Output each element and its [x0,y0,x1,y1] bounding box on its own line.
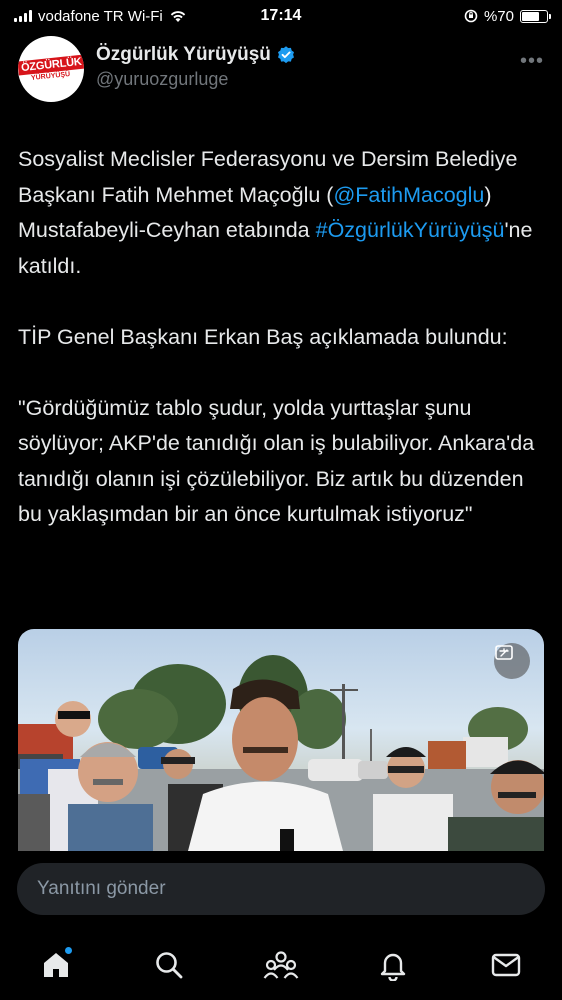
battery-icon [520,9,551,23]
reply-input[interactable]: Yanıtını gönder [17,863,545,915]
tweet-text: Sosyalist Meclisler Federasyonu ve Dersi… [18,142,544,533]
nav-notifications[interactable] [373,945,413,985]
verified-badge-icon [277,46,294,64]
tweet-media-video[interactable] [18,629,544,851]
hashtag-link[interactable]: #ÖzgürlükYürüyüşü [316,218,505,242]
author-handle[interactable]: @yuruozgurluge [96,69,296,90]
status-bar: vodafone TR Wi-Fi 17:14 %70 [0,0,562,32]
video-frame-image [18,655,544,851]
tweet-paragraph-2: TİP Genel Başkanı Erkan Baş açıklamada b… [18,324,508,349]
more-options-icon[interactable]: ••• [520,50,544,73]
messages-icon [491,953,520,977]
author-name[interactable]: Özgürlük Yürüyüşü [96,44,271,66]
communities-icon [263,951,299,979]
battery-level [522,11,539,21]
notifications-icon [381,953,406,981]
carrier-label: vodafone TR Wi-Fi [38,7,163,25]
orientation-lock-icon [464,9,478,23]
mention-link[interactable]: @FatihMacoglu [333,183,484,207]
tweet-paragraph-1: Sosyalist Meclisler Federasyonu ve Dersi… [18,142,544,284]
nav-search[interactable] [149,945,189,985]
wifi-icon [170,11,185,22]
nav-communities[interactable] [261,945,301,985]
status-right: %70 [328,7,551,25]
bottom-nav [0,931,562,1000]
search-icon [155,952,182,979]
cellular-signal-icon [14,10,32,22]
reply-area: Yanıtını gönder [0,851,562,931]
author-name-row: Özgürlük Yürüyüşü [96,44,296,66]
nav-messages[interactable] [486,945,526,985]
avatar[interactable]: ÖZGÜRLÜK YÜRÜYÜŞÜ [18,36,84,102]
status-left: vodafone TR Wi-Fi [14,8,234,25]
author-info[interactable]: Özgürlük Yürüyüşü @yuruozgurluge [96,44,296,90]
clock: 17:14 [260,7,302,24]
translate-media-button[interactable] [494,643,530,679]
tweet-paragraph-3: "Gördüğümüz tablo şudur, yolda yurttaşla… [18,395,535,527]
nav-home[interactable] [36,945,76,985]
battery-percent: %70 [483,7,514,25]
translate-icon [495,645,513,660]
tweet-header: ÖZGÜRLÜK YÜRÜYÜŞÜ Özgürlük Yürüyüşü @yur… [18,36,544,108]
